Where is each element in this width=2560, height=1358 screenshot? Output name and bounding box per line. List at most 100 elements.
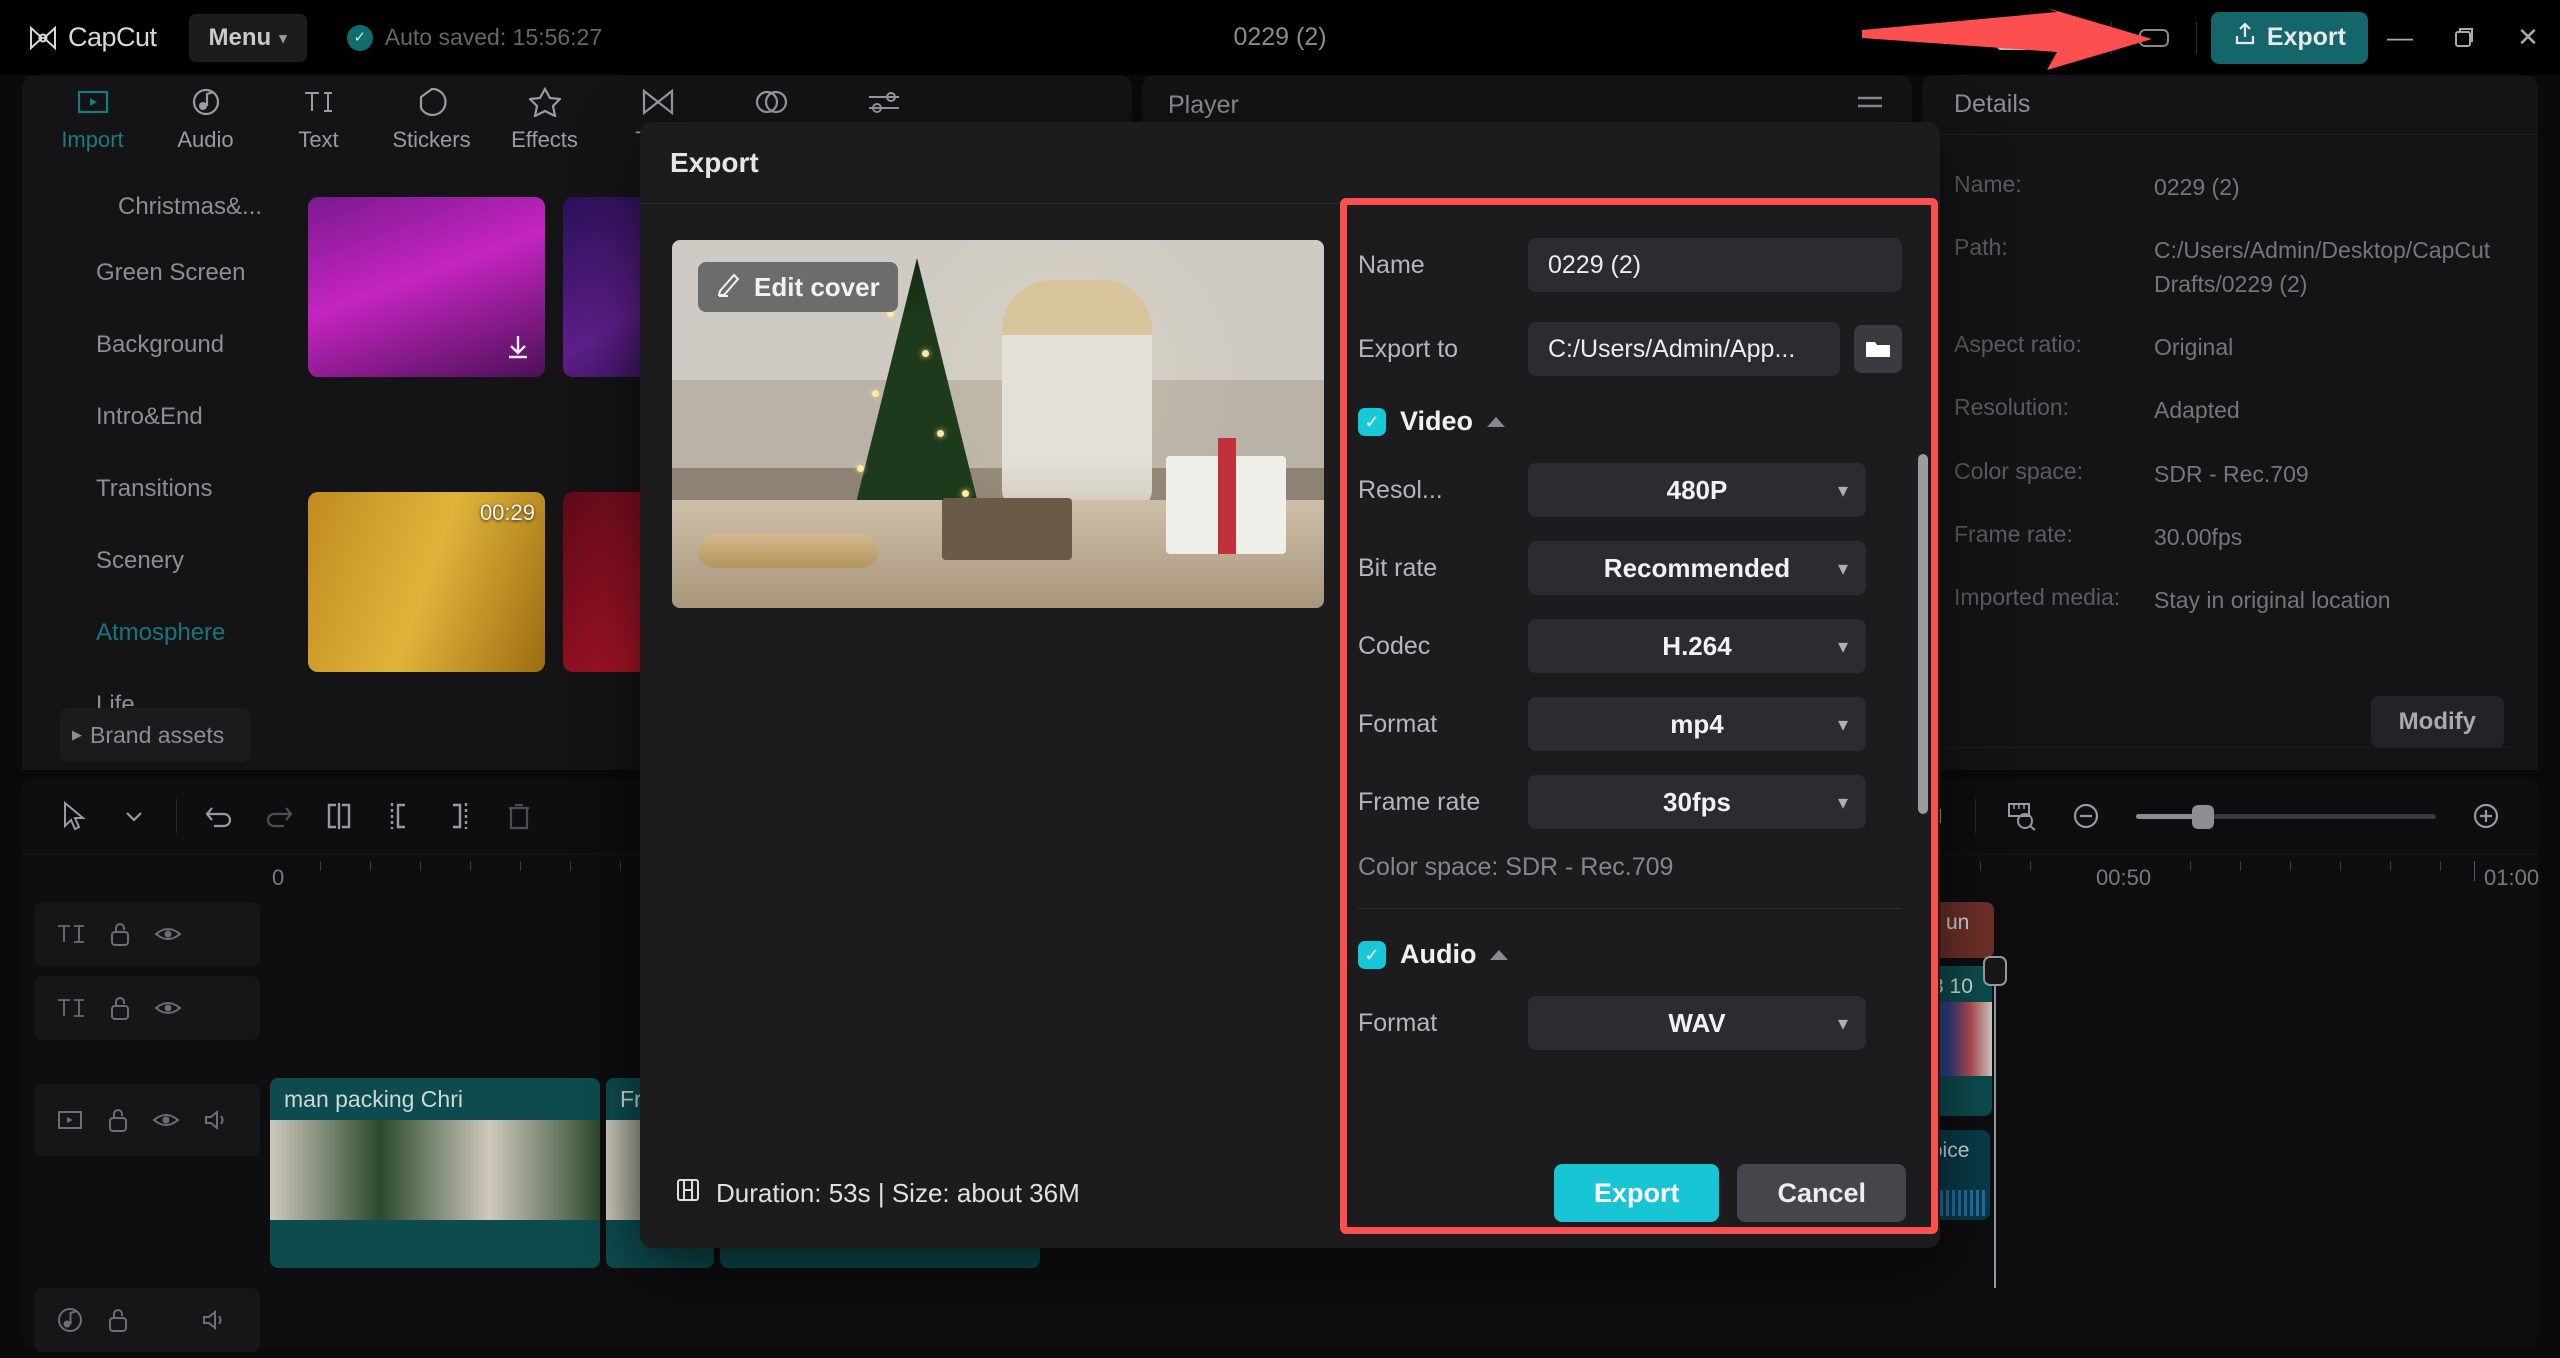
delete-icon[interactable] (489, 786, 549, 846)
audio-checkbox[interactable]: ✓ (1358, 941, 1386, 969)
export-dialog-body: Edit cover Name 0229 (2) Export to C:/Us… (640, 204, 1940, 1138)
details-key: Color space: (1954, 458, 2154, 485)
audio-format-select[interactable]: WAV ▾ (1528, 996, 1866, 1050)
nav-tab-filters[interactable] (714, 75, 827, 127)
chevron-down-icon: ▾ (1838, 712, 1848, 737)
volume-icon[interactable] (200, 1308, 228, 1332)
nav-tab-audio[interactable]: Audio (149, 75, 262, 153)
settings-scrollbar[interactable] (1918, 454, 1928, 814)
details-row-aspect-ratio: Aspect ratio: Original (1954, 331, 2504, 364)
field-row-export-to: Export to C:/Users/Admin/App... (1358, 322, 1902, 376)
window-close-button[interactable]: ✕ (2496, 0, 2560, 75)
details-panel-title: Details (1954, 90, 2030, 119)
modify-button[interactable]: Modify (2371, 696, 2504, 748)
sidebar-item-scenery[interactable]: Scenery (22, 525, 282, 597)
lock-icon[interactable] (106, 1106, 130, 1134)
framerate-select[interactable]: 30fps ▾ (1528, 775, 1866, 829)
edit-cover-button[interactable]: Edit cover (698, 262, 898, 312)
eye-icon[interactable] (154, 923, 182, 945)
framerate-value: 30fps (1663, 787, 1731, 818)
track-header-audio[interactable] (34, 1288, 260, 1352)
trim-left-icon[interactable] (369, 786, 429, 846)
sidebar-item-background[interactable]: Background (22, 309, 282, 381)
zoom-out-icon[interactable] (2056, 786, 2116, 846)
split-icon[interactable] (309, 786, 369, 846)
video-icon (56, 1108, 84, 1132)
nav-tab-adjust[interactable] (827, 75, 940, 127)
select-arrow-icon[interactable] (44, 786, 104, 846)
bitrate-value: Recommended (1604, 553, 1790, 584)
nav-tab-effects[interactable]: Effects (488, 75, 601, 153)
sidebar-item-brand-assets-label: Brand assets (90, 722, 224, 749)
sidebar-item-green-screen[interactable]: Green Screen (22, 237, 282, 309)
sidebar-item-christmas[interactable]: Christmas&... (22, 177, 282, 237)
media-card[interactable] (308, 197, 545, 377)
redo-icon[interactable] (249, 786, 309, 846)
sidebar-item-brand-assets[interactable]: ▶ Brand assets (60, 708, 250, 762)
playhead-handle[interactable] (1983, 956, 2007, 986)
toolbar-divider-2 (2196, 22, 2197, 54)
zoom-slider[interactable] (2136, 814, 2436, 819)
chevron-up-icon[interactable] (1487, 417, 1505, 427)
player-panel-title: Player (1168, 91, 1239, 120)
pencil-edit-icon (716, 271, 742, 304)
track-header-text-2[interactable] (34, 976, 260, 1040)
title-bar: CapCut Menu ▾ ✓ Auto saved: 15:56:27 022… (0, 0, 2560, 75)
window-minimize-button[interactable]: — (2368, 0, 2432, 75)
export-button-top[interactable]: Export (2211, 12, 2368, 64)
fit-timeline-icon[interactable] (1992, 786, 2052, 846)
zoom-slider-handle[interactable] (2192, 805, 2214, 829)
timeline-clip[interactable]: man packing Chri (270, 1078, 600, 1268)
chevron-down-icon: ▾ (1838, 556, 1848, 581)
folder-icon[interactable] (1854, 325, 1902, 373)
nav-tab-stickers[interactable]: Stickers (375, 75, 488, 153)
sidebar-item-intro-end[interactable]: Intro&End (22, 381, 282, 453)
details-key: Path: (1954, 234, 2154, 261)
hamburger-icon[interactable] (1854, 91, 1886, 120)
eye-icon[interactable] (154, 997, 182, 1019)
chevron-up-icon[interactable] (1490, 950, 1508, 960)
menu-button[interactable]: Menu ▾ (189, 14, 307, 62)
undo-icon[interactable] (189, 786, 249, 846)
playhead[interactable] (1994, 982, 1996, 1288)
audio-section-title: Audio (1400, 939, 1476, 970)
sidebar-item-transitions[interactable]: Transitions (22, 453, 282, 525)
details-row-path: Path: C:/Users/Admin/Desktop/CapCut Draf… (1954, 234, 2504, 301)
nav-tab-import[interactable]: Import (36, 75, 149, 153)
tool-chevron-down-icon[interactable] (104, 786, 164, 846)
codec-select[interactable]: H.264 ▾ (1528, 619, 1866, 673)
export-to-input[interactable]: C:/Users/Admin/App... (1528, 322, 1840, 376)
trim-right-icon[interactable] (429, 786, 489, 846)
volume-icon[interactable] (202, 1108, 230, 1132)
export-settings-section: Name 0229 (2) Export to C:/Users/Admin/A… (1330, 204, 1940, 1138)
name-input[interactable]: 0229 (2) (1528, 238, 1902, 292)
transitions-icon (641, 85, 675, 119)
eye-icon[interactable] (152, 1109, 180, 1131)
timeline-right-divider (1975, 799, 1976, 833)
track-header-text-1[interactable] (34, 902, 260, 966)
setting-row-bitrate: Bit rate Recommended ▾ (1358, 541, 1902, 595)
video-checkbox[interactable]: ✓ (1358, 408, 1386, 436)
lock-icon[interactable] (106, 1306, 130, 1334)
export-confirm-button[interactable]: Export (1554, 1164, 1720, 1222)
nav-tab-text[interactable]: Text (262, 75, 375, 153)
bitrate-select[interactable]: Recommended ▾ (1528, 541, 1866, 595)
window-maximize-button[interactable] (2432, 0, 2496, 75)
cancel-button[interactable]: Cancel (1737, 1164, 1906, 1222)
sidebar-item-atmosphere[interactable]: Atmosphere (22, 597, 282, 669)
track-header-video[interactable] (34, 1084, 260, 1156)
video-section-header[interactable]: ✓ Video (1358, 406, 1902, 437)
lock-icon[interactable] (108, 920, 132, 948)
red-arrow-annotation (1862, 8, 2152, 70)
lock-icon[interactable] (108, 994, 132, 1022)
format-select[interactable]: mp4 ▾ (1528, 697, 1866, 751)
download-icon[interactable] (503, 332, 533, 367)
gift-box-graphic (942, 498, 1072, 560)
resolution-select[interactable]: 480P ▾ (1528, 463, 1866, 517)
zoom-in-icon[interactable] (2456, 786, 2516, 846)
timeline-clip-label: man packing Chri (270, 1078, 600, 1120)
media-card[interactable]: 00:29 (308, 492, 545, 672)
nav-tab-audio-label: Audio (177, 127, 233, 153)
sidebar-item-christmas-label: Christmas&... (118, 193, 262, 221)
audio-section-header[interactable]: ✓ Audio (1358, 939, 1902, 970)
